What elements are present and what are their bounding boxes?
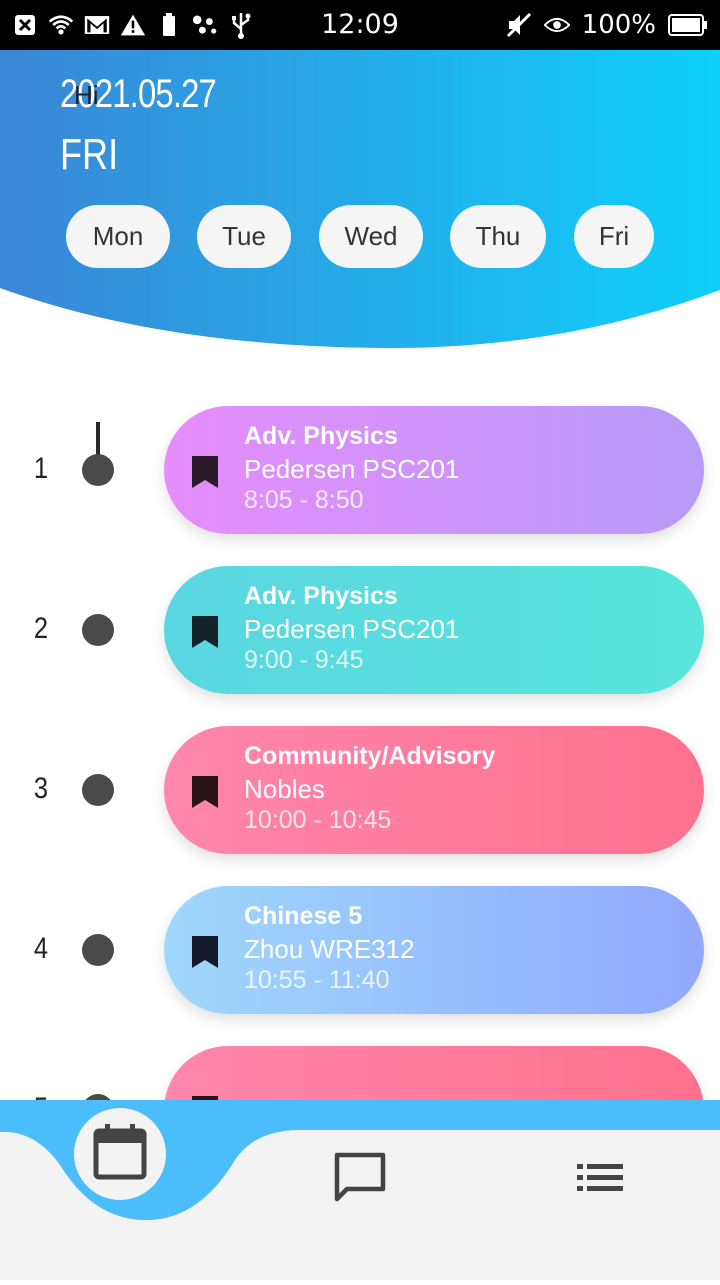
- day-button-wed[interactable]: Wed: [319, 205, 423, 268]
- nav-list-button[interactable]: [564, 1144, 636, 1216]
- bookmark-icon: [190, 454, 220, 495]
- list-icon: [575, 1158, 625, 1203]
- timeline-dot: [82, 934, 114, 966]
- calendar-icon: [93, 1123, 147, 1186]
- day-button-thu[interactable]: Thu: [450, 205, 546, 268]
- class-card[interactable]: Adv. Physics Pedersen PSC201 8:05 - 8:50: [164, 406, 704, 534]
- class-teacher-room: Nobles: [244, 774, 325, 804]
- class-title: Adv. Physics: [244, 422, 398, 450]
- status-right-icons: 100%: [506, 0, 708, 50]
- class-card[interactable]: Adv. Physics Pedersen PSC201 9:00 - 9:45: [164, 566, 704, 694]
- nav-chat-button[interactable]: [324, 1144, 396, 1216]
- class-time: 10:00 - 10:45: [244, 806, 392, 834]
- battery-percent: 100%: [581, 10, 656, 40]
- nav-calendar-button[interactable]: [74, 1108, 166, 1200]
- period-number: 2: [33, 612, 49, 645]
- battery-icon: [668, 12, 708, 38]
- timeline-dot: [82, 454, 114, 486]
- class-teacher-room: Pedersen PSC201: [244, 454, 460, 484]
- timeline-dot: [82, 774, 114, 806]
- class-card[interactable]: Community/Advisory Nobles 10:00 - 10:45: [164, 726, 704, 854]
- class-teacher-room: Zhou WRE312: [244, 934, 415, 964]
- class-teacher-room: Pedersen PSC201: [244, 614, 460, 644]
- class-time: 8:05 - 8:50: [244, 486, 364, 514]
- status-bar: 12:09 100%: [0, 0, 720, 50]
- period-number: 4: [33, 932, 49, 965]
- day-button-mon[interactable]: Mon: [66, 205, 170, 268]
- class-time: 10:55 - 11:40: [244, 966, 390, 994]
- greeting-text: Hi: [74, 80, 99, 110]
- period-number: 1: [33, 452, 49, 485]
- day-button-tue[interactable]: Tue: [197, 205, 291, 268]
- mute-icon: [506, 12, 532, 38]
- bookmark-icon: [190, 934, 220, 975]
- class-card[interactable]: Chinese 5 Zhou WRE312 10:55 - 11:40: [164, 886, 704, 1014]
- class-title: Adv. Physics: [244, 582, 398, 610]
- day-button-fri[interactable]: Fri: [574, 205, 654, 268]
- eye-icon: [543, 12, 570, 38]
- period-number: 3: [33, 772, 49, 805]
- chat-icon: [333, 1151, 387, 1210]
- timeline-dot: [82, 614, 114, 646]
- bookmark-icon: [190, 774, 220, 815]
- header-day: FRI: [60, 130, 119, 179]
- class-title: Chinese 5: [244, 902, 363, 930]
- class-title: Community/Advisory: [244, 742, 496, 770]
- class-time: 9:00 - 9:45: [244, 646, 364, 674]
- bookmark-icon: [190, 614, 220, 655]
